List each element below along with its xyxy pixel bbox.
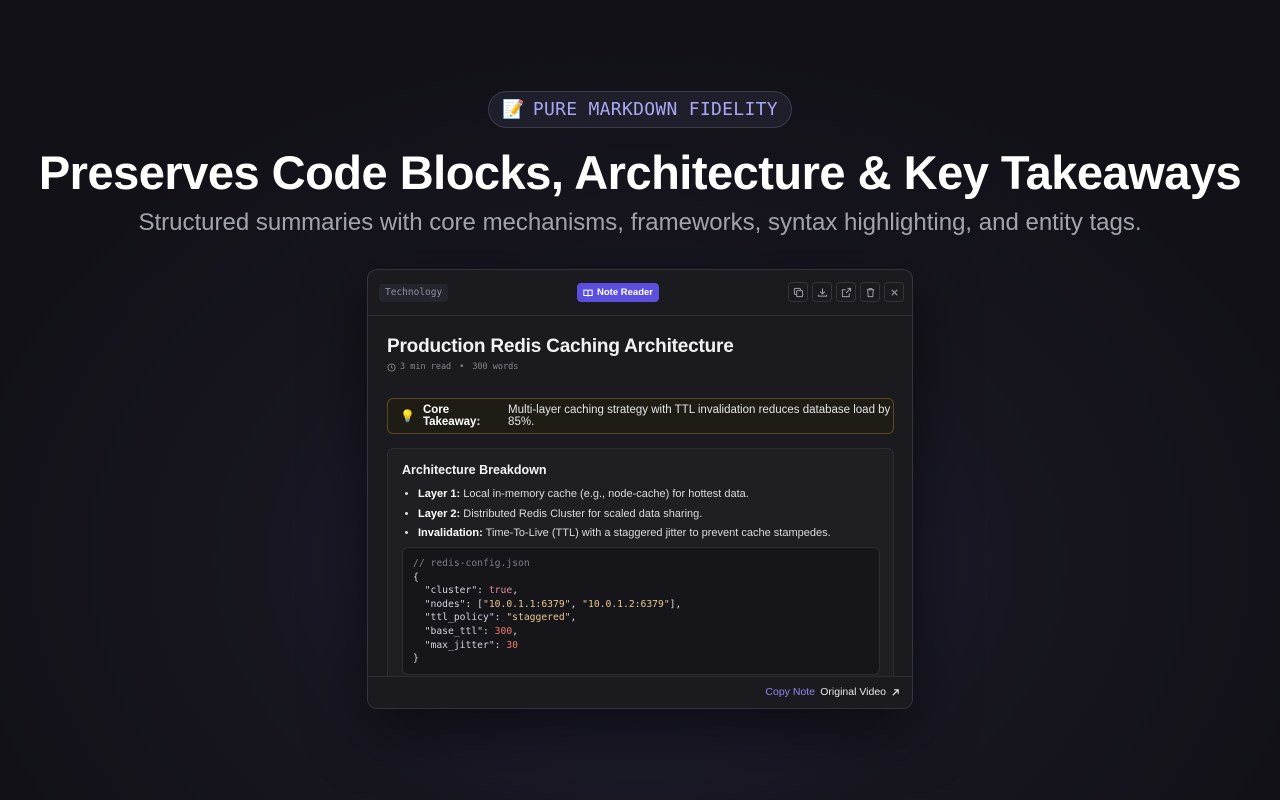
- reader-footer: Copy Note Original Video: [368, 676, 912, 708]
- external-link-icon: [841, 287, 851, 297]
- code-key: "nodes": [424, 598, 466, 610]
- download-button[interactable]: [812, 282, 832, 302]
- close-icon: [890, 288, 898, 296]
- section-badge: 📝 PURE MARKDOWN FIDELITY: [488, 91, 792, 128]
- code-value: true: [488, 585, 513, 597]
- section-heading: Architecture Breakdown: [402, 463, 547, 477]
- word-count: 300 words: [472, 362, 519, 372]
- arrow-up-right-icon: [892, 688, 899, 696]
- original-video-link[interactable]: Original Video: [820, 686, 900, 698]
- code-value: 30: [506, 639, 519, 651]
- download-icon: [817, 287, 827, 297]
- list-item: Layer 1: Local in-memory cache (e.g., no…: [418, 485, 888, 505]
- code-brace-close: }: [413, 653, 419, 665]
- item-text: Distributed Redis Cluster for scaled dat…: [463, 507, 703, 520]
- code-key: "base_ttl": [424, 625, 483, 637]
- note-reader-button[interactable]: Note Reader: [577, 283, 659, 302]
- read-time: 3 min read: [400, 362, 452, 372]
- architecture-section: Architecture Breakdown Layer 1: Local in…: [387, 448, 894, 708]
- code-value: "10.0.1.1:6379": [483, 598, 571, 610]
- copy-icon: [793, 287, 803, 297]
- code-comment: // redis-config.json: [413, 558, 530, 569]
- clock-icon: [387, 362, 396, 372]
- core-takeaway-callout: 💡 Core Takeaway: Multi-layer caching str…: [387, 398, 894, 434]
- breakdown-list: Layer 1: Local in-memory cache (e.g., no…: [402, 485, 888, 544]
- list-item: Invalidation: Time-To-Live (TTL) with a …: [418, 524, 888, 544]
- badge-label: PURE MARKDOWN FIDELITY: [532, 99, 778, 120]
- item-label: Layer 2:: [418, 507, 461, 520]
- note-reader-window: Technology Note Reader Production Redis …: [367, 269, 913, 709]
- item-label: Invalidation:: [418, 527, 483, 540]
- note-meta: 3 min read • 300 words: [387, 362, 518, 372]
- subheadline: Structured summaries with core mechanism…: [138, 209, 1142, 236]
- note-title: Production Redis Caching Architecture: [387, 336, 734, 357]
- item-text: Local in-memory cache (e.g., node-cache)…: [463, 488, 749, 500]
- takeaway-text: Multi-layer caching strategy with TTL in…: [508, 404, 891, 428]
- code-key: "max_jitter": [424, 639, 495, 651]
- category-tag[interactable]: Technology: [379, 284, 449, 302]
- code-brace-open: {: [413, 571, 419, 583]
- code-key: "cluster": [424, 585, 478, 597]
- reader-header: Technology Note Reader: [368, 270, 912, 316]
- copy-button[interactable]: [788, 282, 808, 302]
- trash-icon: [866, 287, 874, 297]
- code-value: "staggered": [506, 612, 571, 624]
- code-value: 300: [494, 625, 513, 637]
- close-button[interactable]: [884, 282, 904, 302]
- book-icon: [583, 289, 593, 296]
- lightbulb-icon: 💡: [400, 409, 415, 423]
- code-value: "10.0.1.2:6379": [582, 598, 670, 610]
- headline: Preserves Code Blocks, Architecture & Ke…: [38, 146, 1242, 199]
- delete-button[interactable]: [860, 282, 880, 302]
- open-external-button[interactable]: [836, 282, 856, 302]
- code-key: "ttl_policy": [424, 612, 495, 624]
- item-text: Time-To-Live (TTL) with a staggered jitt…: [485, 527, 831, 540]
- note-reader-label: Note Reader: [597, 287, 653, 298]
- takeaway-label: Core Takeaway:: [422, 404, 481, 428]
- list-item: Layer 2: Distributed Redis Cluster for s…: [418, 505, 888, 525]
- copy-note-link[interactable]: Copy Note: [765, 686, 815, 698]
- code-block[interactable]: // redis-config.json { "cluster": true, …: [402, 547, 880, 675]
- meta-separator: •: [459, 362, 465, 372]
- item-label: Layer 1:: [418, 488, 461, 500]
- memo-icon: 📝: [502, 99, 525, 120]
- original-video-label: Original Video: [820, 686, 886, 698]
